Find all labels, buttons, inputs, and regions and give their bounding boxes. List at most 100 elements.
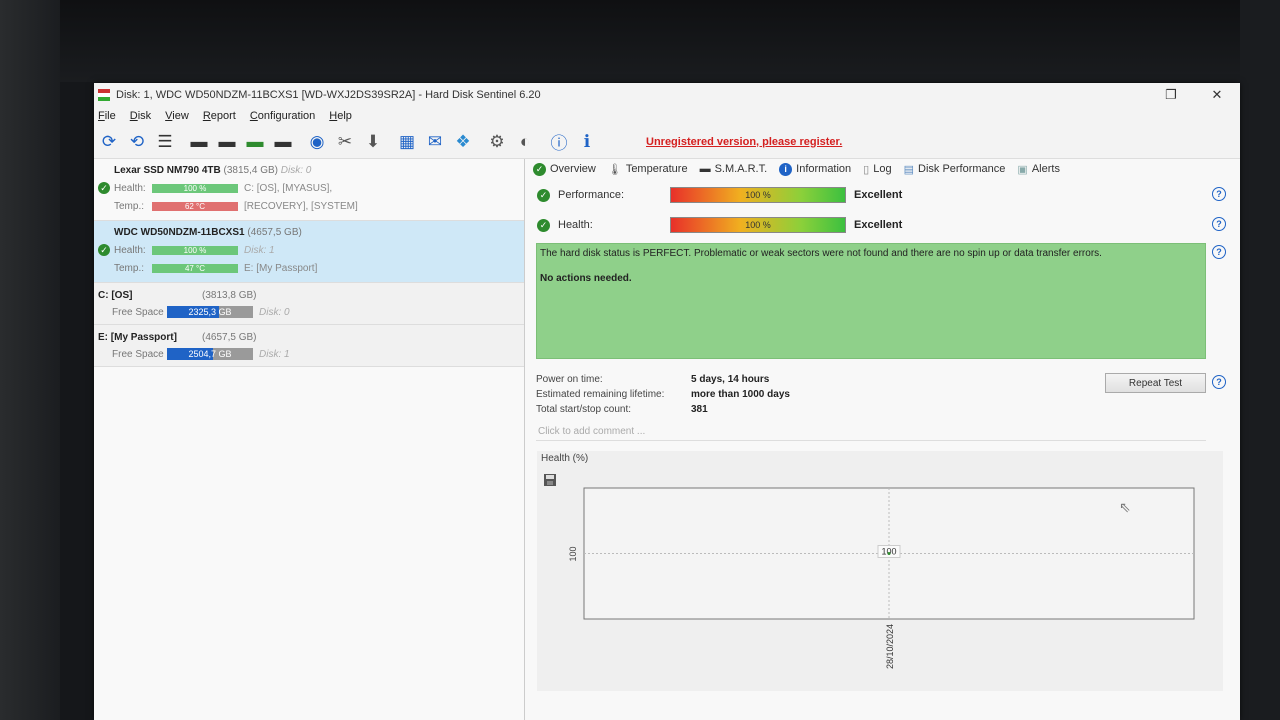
- network-disk-icon[interactable]: ◉: [304, 129, 330, 155]
- partition-list: E: [My Passport]: [244, 262, 318, 274]
- repeat-test-button[interactable]: Repeat Test: [1105, 373, 1206, 393]
- menu-configuration[interactable]: Configuration: [250, 110, 315, 122]
- tab-temperature[interactable]: 🌡 Temperature: [608, 163, 688, 176]
- startstop-label: Total start/stop count:: [536, 404, 632, 415]
- disk-size: (4657,5 GB): [247, 227, 302, 238]
- x-tick-label: 28/10/2024: [885, 624, 895, 669]
- close-button[interactable]: ✕: [1194, 87, 1240, 103]
- app-logo-icon: [98, 89, 110, 101]
- gear-icon[interactable]: ⚙: [484, 129, 510, 155]
- tab-label: Log: [873, 163, 892, 175]
- send-report-icon[interactable]: ❖: [450, 129, 476, 155]
- info-row: Estimated remaining lifetime: more than …: [536, 387, 790, 402]
- partition-list-2: [RECOVERY], [SYSTEM]: [244, 200, 358, 212]
- data-point: [887, 552, 891, 555]
- tools-icon[interactable]: ✂: [332, 129, 358, 155]
- volume-item-e[interactable]: E: [My Passport] (4657,5 GB) Free Space …: [94, 325, 524, 367]
- status-message-box: The hard disk status is PERFECT. Problem…: [536, 243, 1206, 359]
- disk-info-table: Power on time: 5 days, 14 hours Estimate…: [536, 372, 790, 417]
- list-icon[interactable]: ☰: [152, 129, 178, 155]
- comment-input[interactable]: Click to add comment ...: [536, 423, 1206, 441]
- disk-ref: Disk: 1: [259, 348, 290, 360]
- disk-item-lexar[interactable]: Lexar SSD NM790 4TB (3815,4 GB) Disk: 0 …: [94, 159, 524, 221]
- health-label: Health:: [114, 244, 146, 256]
- window-title: Disk: 1, WDC WD50NDZM-11BCXS1 [WD-WXJ2DS…: [116, 89, 541, 101]
- app-window: Disk: 1, WDC WD50NDZM-11BCXS1 [WD-WXJ2DS…: [94, 83, 1240, 720]
- menu-bar: File Disk View Report Configuration Help: [94, 107, 1240, 125]
- volume-free-row: Free Space 2325,3 GB Disk: 0: [98, 304, 520, 320]
- lifetime-label: Estimated remaining lifetime:: [536, 389, 665, 400]
- chart-plot: 100 10028/10/2024: [568, 487, 1195, 669]
- y-tick-label: 100: [568, 546, 578, 561]
- health-rating: Excellent: [854, 219, 903, 231]
- health-chart: Health (%) 100 100 28/10/2024 ⇖: [537, 451, 1223, 691]
- info-row: Power on time: 5 days, 14 hours: [536, 372, 790, 387]
- unregistered-link[interactable]: Unregistered version, please register.: [646, 136, 842, 148]
- photo-background-right: [1240, 0, 1280, 720]
- mouse-cursor-icon: ⇖: [1119, 499, 1131, 515]
- alerts-icon: ▣: [1017, 163, 1028, 176]
- report-icon[interactable]: ▦: [394, 129, 420, 155]
- disk-temp-row: Temp.: 47 °C E: [My Passport]: [98, 259, 520, 277]
- check-icon: ✓: [98, 244, 110, 256]
- partition-list: C: [OS], [MYASUS],: [244, 182, 333, 194]
- disk-test-icon[interactable]: ▬: [186, 129, 212, 155]
- disk-title: WDC WD50NDZM-11BCXS1 (4657,5 GB): [98, 225, 520, 241]
- help-icon[interactable]: ?: [1212, 375, 1226, 389]
- tab-label: S.M.A.R.T.: [714, 163, 768, 175]
- check-icon: ✓: [537, 218, 550, 232]
- disk-check-icon[interactable]: ▬: [242, 129, 268, 155]
- lifetime-value: more than 1000 days: [691, 389, 790, 400]
- tab-log[interactable]: ▯ Log: [863, 163, 891, 176]
- menu-file[interactable]: File: [98, 110, 116, 122]
- disk-erase-icon[interactable]: ▬: [270, 129, 296, 155]
- menu-help[interactable]: Help: [329, 110, 352, 122]
- menu-report[interactable]: Report: [203, 110, 236, 122]
- performance-row: ✓ Performance: 100 % Excellent: [537, 185, 1237, 205]
- help-icon[interactable]: ?: [1212, 217, 1226, 231]
- volume-name: C: [OS]: [98, 289, 133, 301]
- tab-alerts[interactable]: ▣ Alerts: [1017, 163, 1060, 176]
- tab-information[interactable]: i Information: [779, 162, 851, 176]
- chart-icon: ▤: [903, 163, 914, 176]
- help-icon[interactable]: ?: [1212, 187, 1226, 201]
- help-icon[interactable]: ⓘ: [546, 129, 572, 155]
- menu-view[interactable]: View: [165, 110, 189, 122]
- free-space-value: 2325,3 GB: [188, 307, 232, 317]
- refresh-all-icon[interactable]: ⟲: [124, 129, 150, 155]
- info-icon[interactable]: ℹ: [574, 129, 600, 155]
- photo-background-left: [0, 0, 60, 720]
- tab-smart[interactable]: ▬ S.M.A.R.T.: [700, 163, 768, 175]
- check-icon: ✓: [533, 162, 546, 176]
- restore-button[interactable]: ❐: [1148, 87, 1194, 103]
- actions-text: No actions needed.: [540, 273, 632, 284]
- refresh-icon[interactable]: ⟳: [96, 129, 122, 155]
- free-space-value: 2504,7 GB: [188, 349, 232, 359]
- tab-overview[interactable]: ✓ Overview: [533, 162, 596, 176]
- backup-icon[interactable]: ⬇: [360, 129, 386, 155]
- temp-label: Temp.:: [114, 200, 145, 212]
- volume-free-row: Free Space 2504,7 GB Disk: 1: [98, 346, 520, 362]
- alert-settings-icon[interactable]: ◐: [512, 129, 538, 155]
- volume-item-c[interactable]: C: [OS] (3813,8 GB) Free Space 2325,3 GB…: [94, 283, 524, 325]
- volume-size: (3813,8 GB): [202, 289, 257, 301]
- disk-temp-row: Temp.: 62 °C [RECOVERY], [SYSTEM]: [98, 197, 520, 215]
- power-on-value: 5 days, 14 hours: [691, 374, 770, 385]
- volume-header: E: [My Passport] (4657,5 GB): [98, 328, 520, 346]
- disk-surface-icon[interactable]: ▬: [214, 129, 240, 155]
- disk-item-wdc[interactable]: WDC WD50NDZM-11BCXS1 (4657,5 GB) ✓ Healt…: [94, 221, 524, 283]
- smart-icon: ▬: [699, 163, 711, 175]
- temp-bar: 62 °C: [152, 201, 238, 211]
- help-icon[interactable]: ?: [1212, 245, 1226, 259]
- free-space-label: Free Space: [112, 348, 164, 360]
- disk-name: Lexar SSD NM790 4TB: [114, 165, 221, 176]
- status-text: The hard disk status is PERFECT. Problem…: [540, 248, 1102, 259]
- health-row: ✓ Health: 100 % Excellent: [537, 215, 1237, 235]
- title-bar: Disk: 1, WDC WD50NDZM-11BCXS1 [WD-WXJ2DS…: [94, 83, 1240, 107]
- main-content: Lexar SSD NM790 4TB (3815,4 GB) Disk: 0 …: [94, 159, 1240, 720]
- temp-bar: 47 °C: [152, 263, 238, 273]
- menu-disk[interactable]: Disk: [130, 110, 151, 122]
- email-icon[interactable]: ✉: [422, 129, 448, 155]
- free-space-bar: 2504,7 GB: [167, 348, 253, 360]
- tab-disk-performance[interactable]: ▤ Disk Performance: [904, 163, 1006, 176]
